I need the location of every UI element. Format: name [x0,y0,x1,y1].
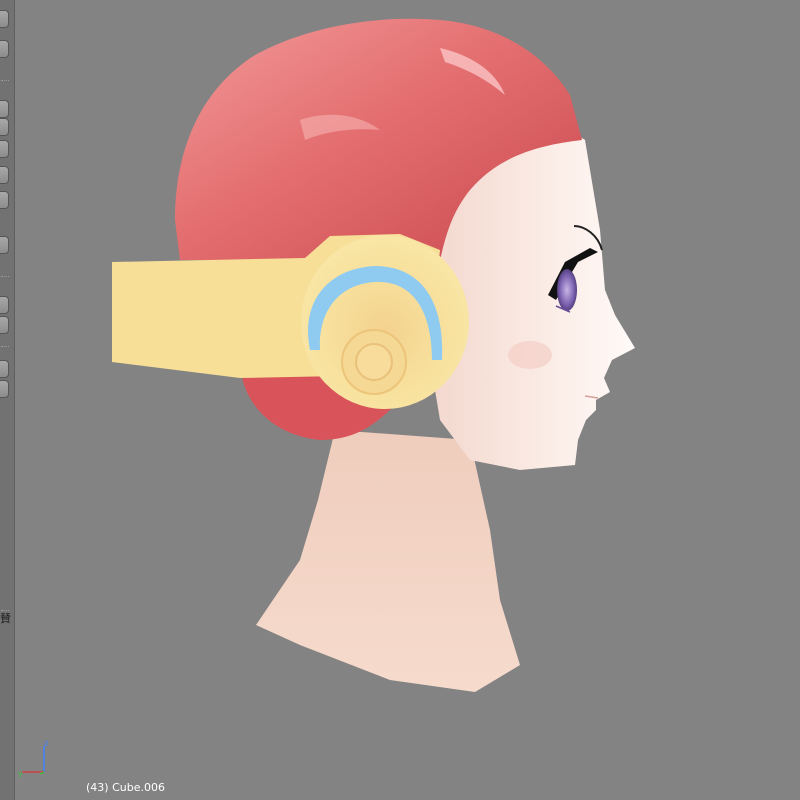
headphone-ring-inner [355,343,393,381]
neck-shape [256,430,520,692]
axis-y-label: y [18,769,23,778]
character-head-model[interactable] [0,0,800,800]
axis-z-label: z [44,739,48,748]
active-object-label: (43) Cube.006 [86,781,165,794]
axis-gizmo: z y [18,739,48,778]
cheek-blush [508,341,552,369]
eye-iris [557,269,577,311]
3d-viewport[interactable]: 賛 z y (43) Cube.006 [0,0,800,800]
